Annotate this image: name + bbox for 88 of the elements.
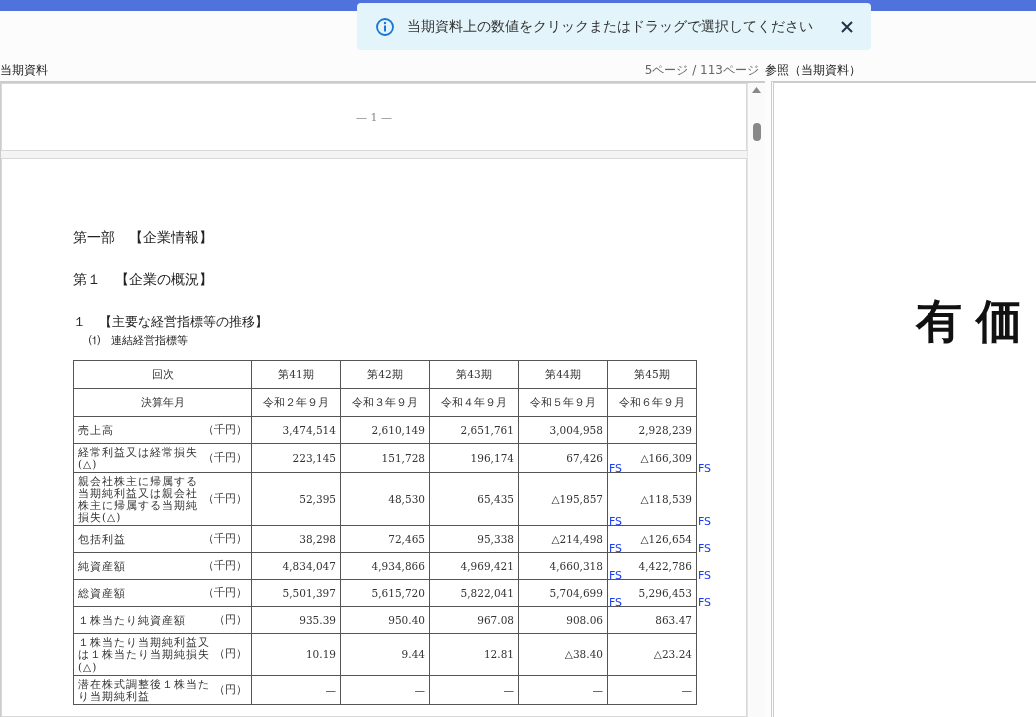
value-cell[interactable]: 2,928,239 bbox=[607, 416, 697, 444]
info-icon bbox=[375, 16, 395, 37]
value-cell[interactable]: 95,338 bbox=[429, 525, 519, 553]
row-label: 経常利益又は経常損失(△) bbox=[78, 446, 199, 471]
heading: ⑴ 連結経営指標等 bbox=[89, 333, 189, 348]
value-cell[interactable]: 5,501,397 bbox=[251, 579, 341, 607]
value-cell[interactable]: 151,728 bbox=[340, 443, 430, 473]
fs-tag: FS bbox=[697, 596, 711, 610]
value-cell[interactable]: 9.44 bbox=[340, 633, 430, 676]
value-cell[interactable]: 3,004,958 bbox=[518, 416, 608, 444]
heading: 第１ 【企業の概況】 bbox=[73, 271, 214, 289]
heading: １ 【主要な経営指標等の推移】 bbox=[73, 313, 269, 331]
value-cell[interactable]: 223,145 bbox=[251, 443, 341, 473]
value-cell[interactable]: △23.24 bbox=[607, 633, 697, 676]
row-label: 潜在株式調整後１株当たり当期純利益 bbox=[78, 677, 210, 702]
value-cell[interactable]: △38.40 bbox=[518, 633, 608, 676]
unit-label: （千円） bbox=[203, 492, 247, 507]
unit-label: （千円） bbox=[203, 532, 247, 547]
value-cell[interactable]: — bbox=[429, 675, 519, 705]
scroll-thumb[interactable] bbox=[752, 123, 761, 141]
value-cell[interactable]: 4,969,421 bbox=[429, 552, 519, 580]
unit-label: （千円） bbox=[203, 559, 247, 574]
value-cell[interactable]: — bbox=[518, 675, 608, 705]
row-label: 親会社株主に帰属する当期純利益又は親会社株主に帰属する当期純損失(△) bbox=[78, 475, 199, 524]
value-cell[interactable]: 935.39 bbox=[251, 606, 341, 634]
value-cell[interactable]: 4,934,866 bbox=[340, 552, 430, 580]
pane-title: 参照（当期資料） bbox=[765, 63, 861, 78]
fs-tag: FS bbox=[608, 462, 622, 476]
fs-tag: FS bbox=[608, 542, 622, 556]
header-cell: 第42期 bbox=[340, 360, 430, 389]
header-cell: 第41期 bbox=[251, 360, 341, 389]
toast-message: 当期資料上の数値をクリックまたはドラッグで選択してください bbox=[407, 17, 814, 36]
row-label: 売上高 bbox=[78, 423, 115, 437]
unit-label: （千円） bbox=[203, 451, 247, 466]
value-cell[interactable]: 863.47 bbox=[607, 606, 697, 634]
unit-label: （千円） bbox=[203, 423, 247, 437]
header-cell: 第45期 bbox=[607, 360, 697, 389]
fs-tag: FS bbox=[608, 569, 622, 583]
value-cell[interactable]: 5,822,041 bbox=[429, 579, 519, 607]
value-cell[interactable]: 967.08 bbox=[429, 606, 519, 634]
row-label: １株当たり当期純利益又は１株当たり当期純損失(△) bbox=[78, 636, 210, 673]
value-cell[interactable]: 38,298 bbox=[251, 525, 341, 553]
value-cell[interactable]: — bbox=[251, 675, 341, 705]
header-cell: 決算年月 bbox=[73, 388, 252, 417]
row-label: 純資産額 bbox=[78, 560, 127, 573]
fs-tag: FS bbox=[697, 515, 711, 529]
row-label: 総資産額 bbox=[78, 587, 127, 600]
value-cell[interactable]: 2,610,149 bbox=[340, 416, 430, 444]
value-cell[interactable]: 72,465 bbox=[340, 525, 430, 553]
value-cell[interactable]: 5,615,720 bbox=[340, 579, 430, 607]
value-cell[interactable]: — bbox=[340, 675, 430, 705]
header-cell: 令和４年９月 bbox=[429, 388, 519, 417]
value-cell[interactable]: 4,834,047 bbox=[251, 552, 341, 580]
pane-title: 当期資料 bbox=[0, 63, 48, 78]
fs-tag: FS bbox=[697, 462, 711, 476]
header-cell: 令和２年９月 bbox=[251, 388, 341, 417]
unit-label: （円） bbox=[214, 613, 247, 628]
scroll-up-icon[interactable] bbox=[752, 87, 761, 93]
fs-tag: FS bbox=[608, 515, 622, 529]
value-cell[interactable]: 196,174 bbox=[429, 443, 519, 473]
value-cell[interactable]: 48,530 bbox=[340, 472, 430, 526]
value-cell[interactable]: 950.40 bbox=[340, 606, 430, 634]
unit-label: （円） bbox=[214, 647, 247, 662]
value-cell[interactable]: 908.06 bbox=[518, 606, 608, 634]
value-cell[interactable]: 12.81 bbox=[429, 633, 519, 676]
fs-tag: FS bbox=[697, 542, 711, 556]
page-number: — 1 — bbox=[356, 110, 392, 124]
value-cell[interactable]: 10.19 bbox=[251, 633, 341, 676]
header-cell: 回次 bbox=[73, 360, 252, 389]
value-cell[interactable]: 65,435 bbox=[429, 472, 519, 526]
cover-title: 有価 bbox=[916, 293, 1036, 347]
value-cell[interactable]: 52,395 bbox=[251, 472, 341, 526]
fs-tag: FS bbox=[697, 569, 711, 583]
unit-label: （円） bbox=[214, 682, 247, 697]
page-indicator: 5ページ / 113ページ bbox=[644, 62, 759, 79]
header-cell: 令和６年９月 bbox=[607, 388, 697, 417]
header-cell: 令和５年９月 bbox=[518, 388, 608, 417]
header-cell: 令和３年９月 bbox=[340, 388, 430, 417]
header-cell: 第44期 bbox=[518, 360, 608, 389]
header-cell: 第43期 bbox=[429, 360, 519, 389]
unit-label: （千円） bbox=[203, 586, 247, 601]
heading: 第一部 【企業情報】 bbox=[73, 229, 214, 247]
close-icon bbox=[841, 20, 853, 33]
row-label: 包括利益 bbox=[78, 533, 127, 546]
value-cell[interactable]: 3,474,514 bbox=[251, 416, 341, 444]
row-label: １株当たり純資産額 bbox=[78, 614, 187, 627]
value-cell[interactable]: — bbox=[607, 675, 697, 705]
value-cell[interactable]: 2,651,761 bbox=[429, 416, 519, 444]
